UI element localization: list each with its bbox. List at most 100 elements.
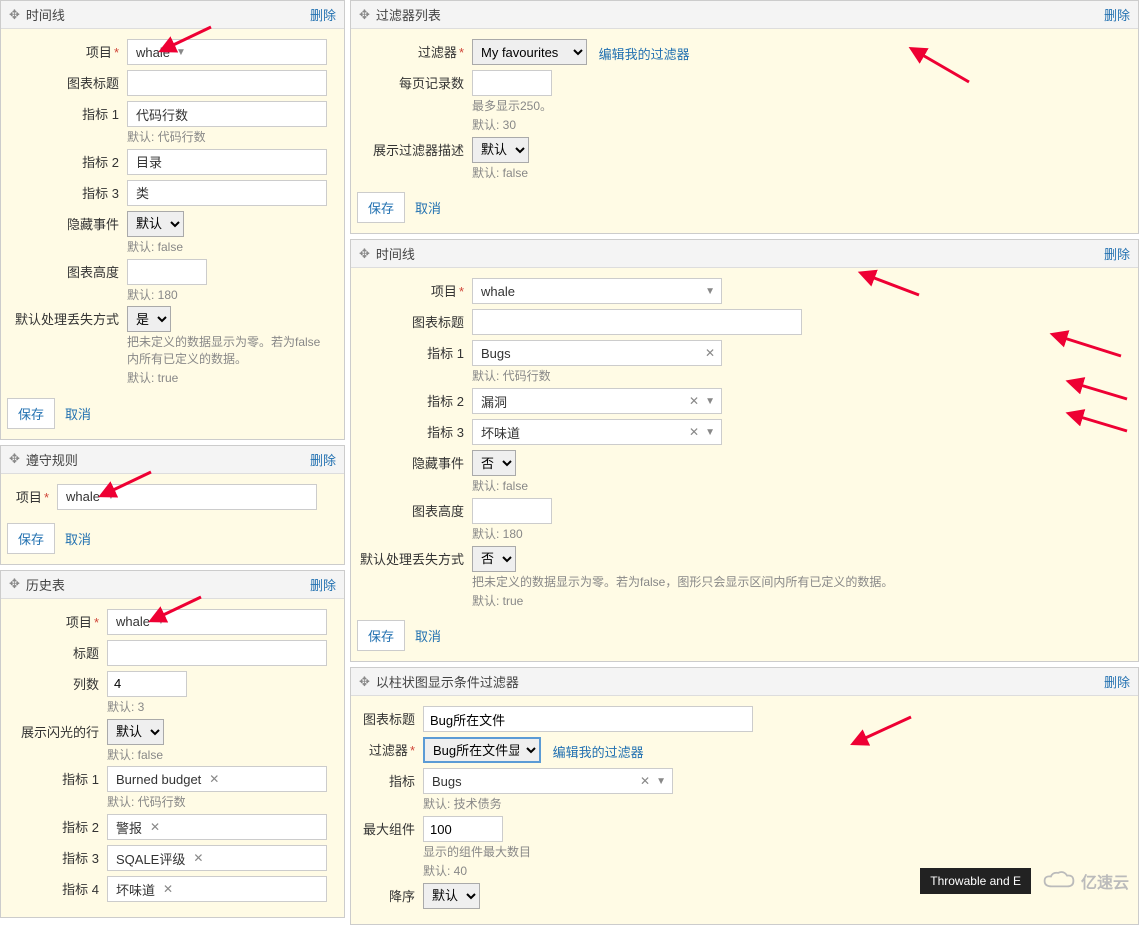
- cancel-link[interactable]: 取消: [409, 621, 447, 650]
- missing-help: 把未定义的数据显示为零。若为false，图形只会显示区间内所有已定义的数据。: [472, 574, 1126, 591]
- chart-height-label: 图表高度: [7, 259, 127, 287]
- save-button[interactable]: 保存: [7, 523, 55, 554]
- save-button[interactable]: 保存: [7, 398, 55, 429]
- project-label: 项目: [86, 45, 112, 60]
- show-desc-label: 展示过滤器描述: [357, 137, 472, 165]
- hide-events-select[interactable]: 默认: [127, 211, 184, 237]
- metric3-label: 指标 3: [7, 845, 107, 873]
- clear-icon: ✕: [163, 882, 173, 896]
- flash-label: 展示闪光的行: [7, 719, 107, 747]
- title-input[interactable]: [107, 640, 327, 666]
- metric3-label: 指标 3: [357, 419, 472, 447]
- metric2-select[interactable]: 警报✕: [107, 814, 327, 840]
- metric2-label: 指标 2: [357, 388, 472, 416]
- flash-select[interactable]: 默认: [107, 719, 164, 745]
- missing-default: 默认: true: [127, 370, 332, 387]
- edit-filter-link[interactable]: 编辑我的过滤器: [599, 47, 690, 62]
- panel-title: 时间线: [376, 244, 1104, 263]
- metric1-default: 默认: 代码行数: [472, 368, 1126, 385]
- cols-label: 列数: [7, 671, 107, 699]
- metric4-label: 指标 4: [7, 876, 107, 904]
- project-select[interactable]: whale▼: [57, 484, 317, 510]
- metric1-select[interactable]: Bugs✕: [472, 340, 722, 366]
- chart-title-input[interactable]: [127, 70, 327, 96]
- delete-link[interactable]: 删除: [1104, 244, 1130, 263]
- page-size-input[interactable]: [472, 70, 552, 96]
- save-button[interactable]: 保存: [357, 192, 405, 223]
- project-label: 项目: [16, 490, 42, 505]
- footer: Throwable and E 亿速云: [920, 865, 1139, 897]
- move-icon[interactable]: ✥: [9, 451, 20, 467]
- clear-icon: ✕: [193, 851, 203, 865]
- missing-help: 把未定义的数据显示为零。若为false内所有已定义的数据。: [127, 334, 332, 368]
- chart-height-default: 默认: 180: [127, 287, 332, 304]
- project-select[interactable]: whale▼: [472, 278, 722, 304]
- filter-select[interactable]: My favourites: [472, 39, 587, 65]
- chart-title-input[interactable]: [472, 309, 802, 335]
- cols-input[interactable]: [107, 671, 187, 697]
- metric3-select[interactable]: 类: [127, 180, 327, 206]
- desc-select[interactable]: 默认: [423, 883, 480, 909]
- clear-icon: ✕: [689, 425, 699, 439]
- project-select[interactable]: whale▼: [127, 39, 327, 65]
- panel-title: 遵守规则: [26, 450, 310, 469]
- metric4-select[interactable]: 坏味道✕: [107, 876, 327, 902]
- delete-link[interactable]: 删除: [310, 5, 336, 24]
- move-icon[interactable]: ✥: [359, 7, 370, 23]
- chart-title-label: 图表标题: [363, 706, 423, 734]
- panel-title: 历史表: [26, 575, 310, 594]
- chart-title-input[interactable]: [423, 706, 753, 732]
- metric1-label: 指标 1: [7, 101, 127, 129]
- metric2-label: 指标 2: [7, 814, 107, 842]
- project-label: 项目: [66, 615, 92, 630]
- metric3-select[interactable]: SQALE评级✕: [107, 845, 327, 871]
- show-desc-select[interactable]: 默认: [472, 137, 529, 163]
- metric3-select[interactable]: 坏味道✕▼: [472, 419, 722, 445]
- edit-filter-link[interactable]: 编辑我的过滤器: [553, 745, 644, 760]
- chart-height-label: 图表高度: [357, 498, 472, 526]
- metric1-select[interactable]: Burned budget✕: [107, 766, 327, 792]
- move-icon[interactable]: ✥: [9, 576, 20, 592]
- chart-title-label: 图表标题: [7, 70, 127, 98]
- metric2-select[interactable]: 漏洞✕▼: [472, 388, 722, 414]
- move-icon[interactable]: ✥: [359, 246, 370, 262]
- delete-link[interactable]: 删除: [310, 575, 336, 594]
- panel-header: ✥ 时间线 删除: [1, 1, 344, 29]
- project-label: 项目: [431, 284, 457, 299]
- cols-default: 默认: 3: [107, 699, 332, 716]
- panel-title: 过滤器列表: [376, 5, 1104, 24]
- metric1-select[interactable]: 代码行数: [127, 101, 327, 127]
- move-icon[interactable]: ✥: [9, 7, 20, 23]
- missing-label: 默认处理丢失方式: [7, 306, 127, 334]
- filter-select[interactable]: Bug所在文件显示: [423, 737, 541, 763]
- metric2-select[interactable]: 目录: [127, 149, 327, 175]
- chart-height-input[interactable]: [127, 259, 207, 285]
- move-icon[interactable]: ✥: [359, 674, 370, 690]
- delete-link[interactable]: 删除: [1104, 5, 1130, 24]
- delete-link[interactable]: 删除: [1104, 672, 1130, 691]
- missing-select[interactable]: 否: [472, 546, 516, 572]
- cancel-link[interactable]: 取消: [59, 399, 97, 428]
- panel-timeline-left: ✥ 时间线 删除 项目* whale▼ 图表标题: [0, 0, 345, 440]
- hide-events-default: 默认: false: [472, 478, 1126, 495]
- cancel-link[interactable]: 取消: [409, 193, 447, 222]
- cancel-link[interactable]: 取消: [59, 524, 97, 553]
- missing-label: 默认处理丢失方式: [357, 546, 472, 574]
- missing-select[interactable]: 是: [127, 306, 171, 332]
- chart-height-default: 默认: 180: [472, 526, 1126, 543]
- project-select[interactable]: whale▼: [107, 609, 327, 635]
- hide-events-label: 隐藏事件: [7, 211, 127, 239]
- metric-select[interactable]: Bugs✕▼: [423, 768, 673, 794]
- panel-title: 时间线: [26, 5, 310, 24]
- chart-height-input[interactable]: [472, 498, 552, 524]
- hide-events-select[interactable]: 否: [472, 450, 516, 476]
- clear-icon: ✕: [705, 346, 715, 360]
- save-button[interactable]: 保存: [357, 620, 405, 651]
- status-text: Throwable and E: [920, 868, 1031, 894]
- flash-default: 默认: false: [107, 747, 332, 764]
- clear-icon: ✕: [209, 772, 219, 786]
- max-comp-input[interactable]: [423, 816, 503, 842]
- delete-link[interactable]: 删除: [310, 450, 336, 469]
- panel-rules: ✥ 遵守规则 删除 项目* whale▼ 保存 取消: [0, 445, 345, 565]
- filter-label: 过滤器: [418, 45, 457, 60]
